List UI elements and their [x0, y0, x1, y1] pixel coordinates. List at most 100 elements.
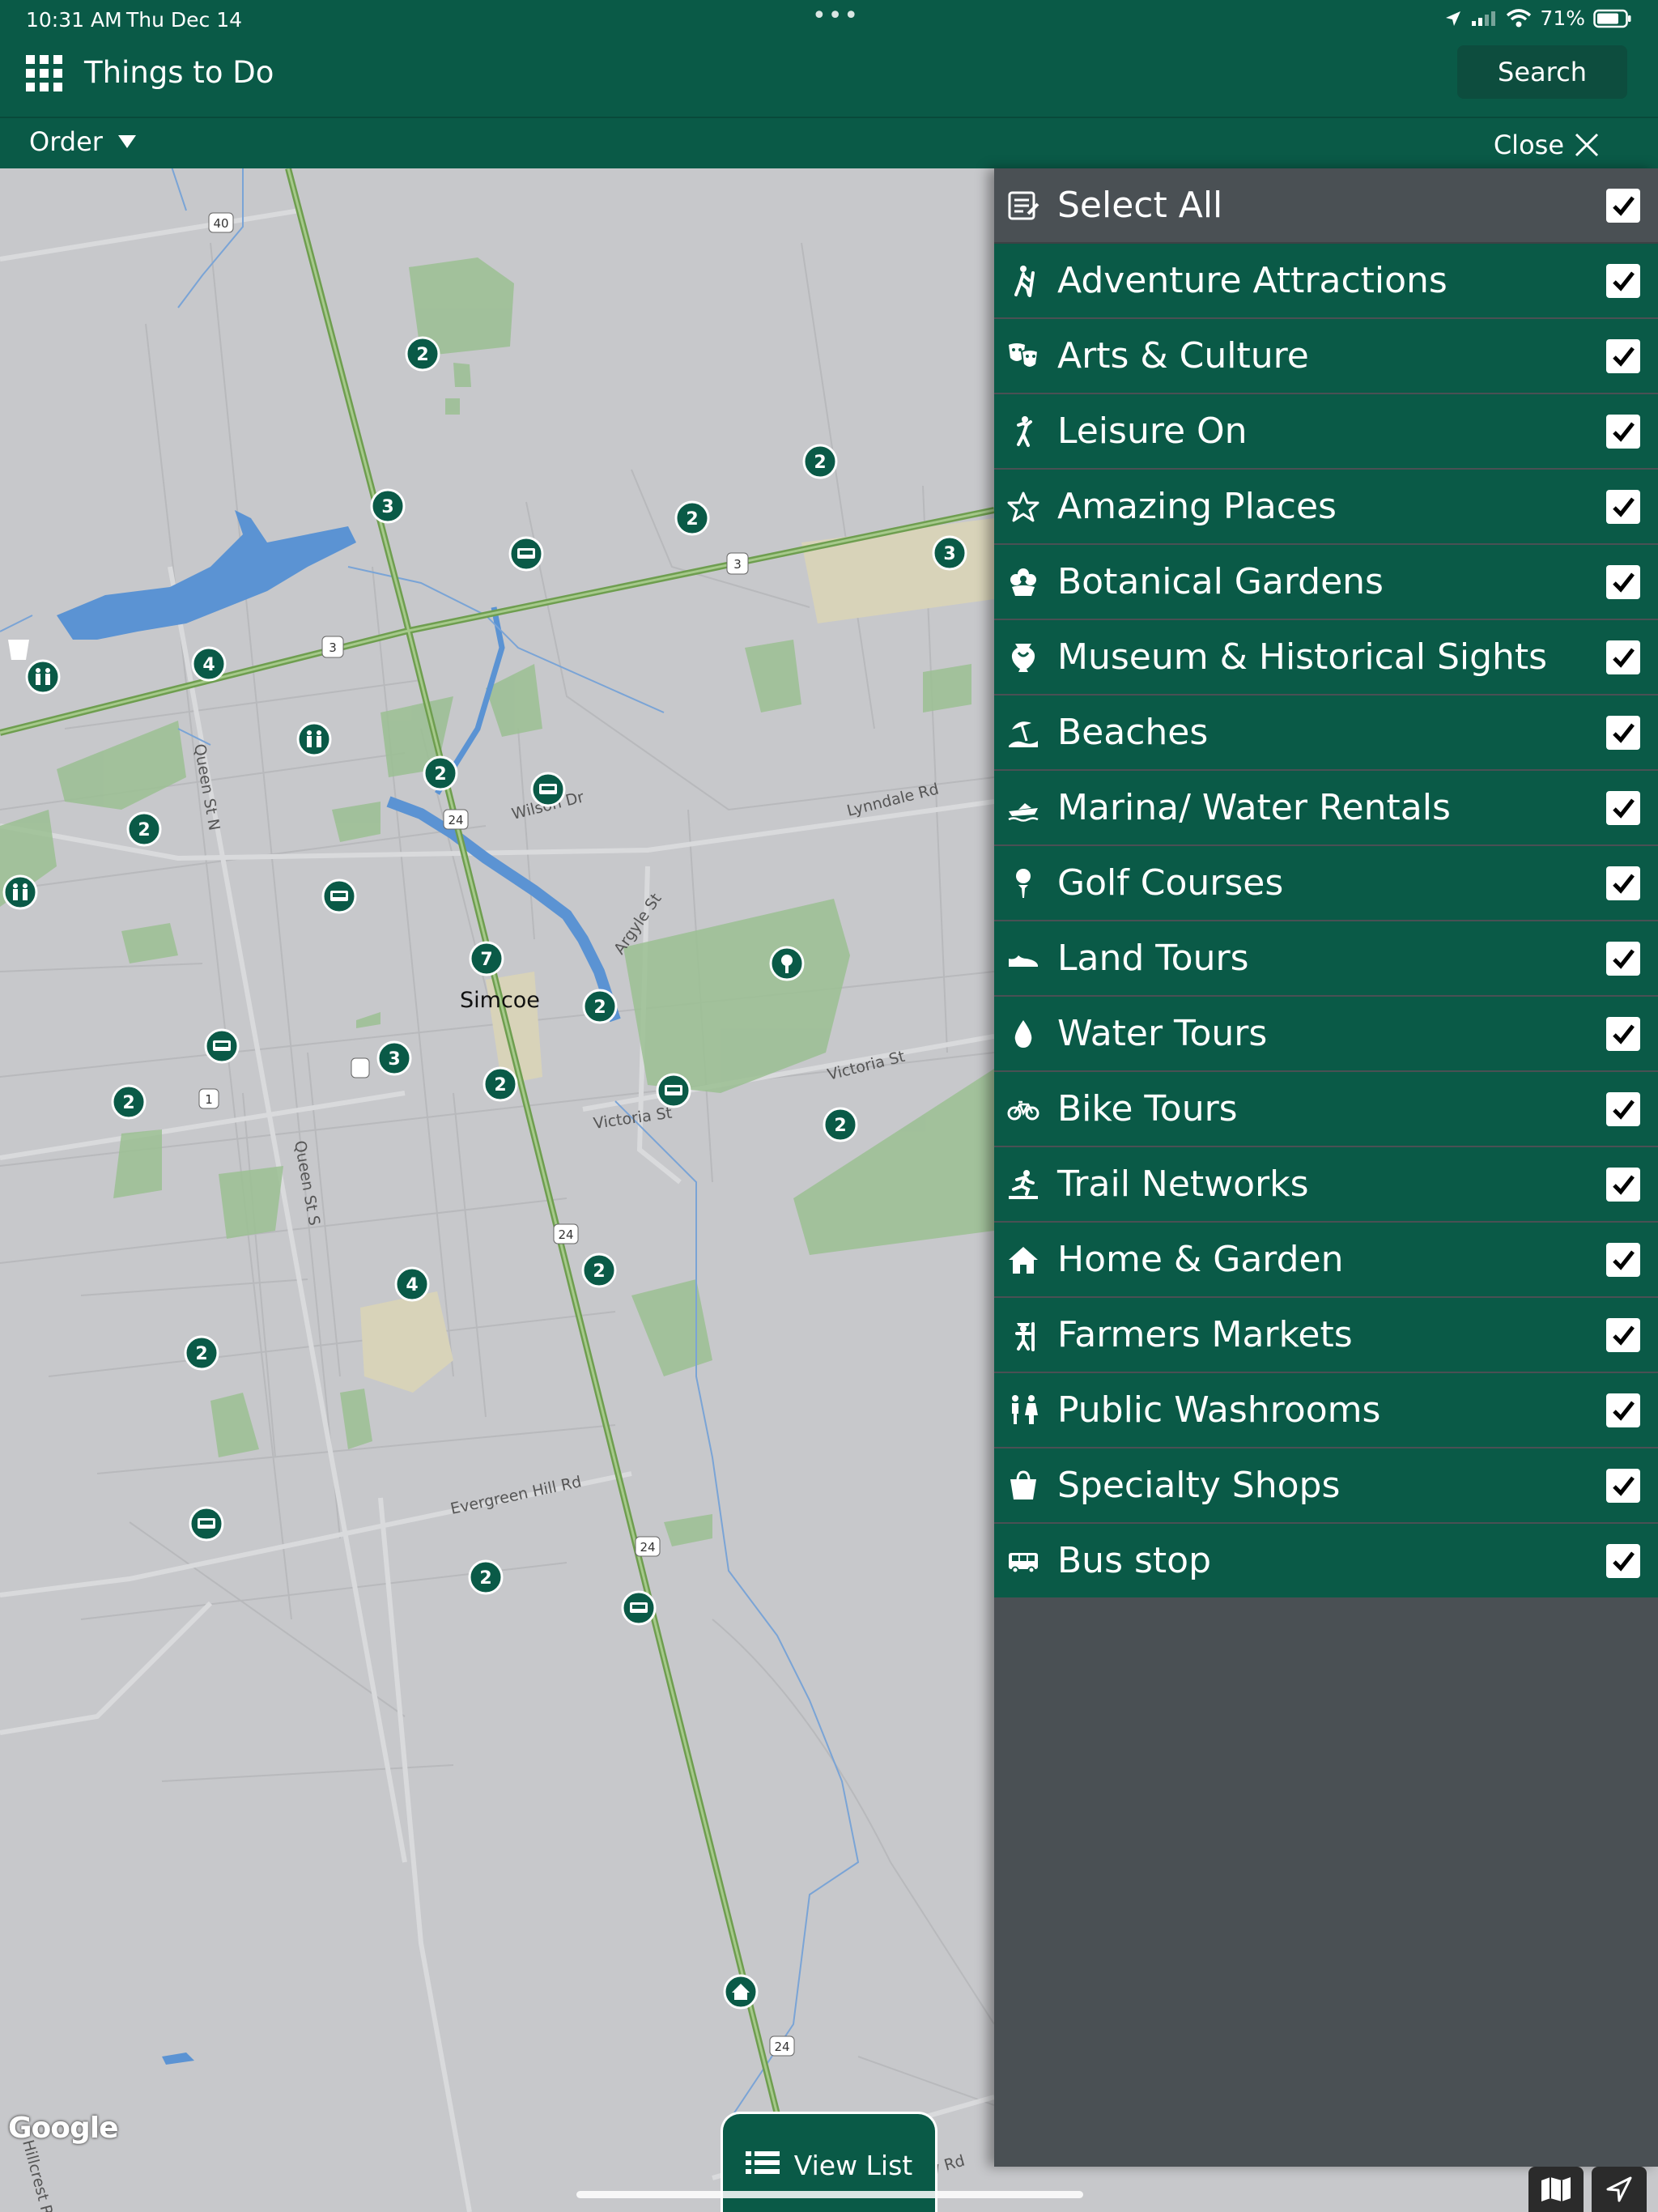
- filter-checkbox[interactable]: [1606, 1091, 1640, 1126]
- map-mode-button[interactable]: [1528, 2167, 1584, 2212]
- cluster-marker[interactable]: 3: [370, 488, 406, 524]
- list-lines-icon: [745, 2151, 780, 2174]
- filter-checkbox[interactable]: [1606, 1543, 1640, 1578]
- filter-label: Golf Courses: [1057, 862, 1284, 904]
- filter-row-public-washrooms[interactable]: Public Washrooms: [994, 1373, 1658, 1448]
- cluster-marker[interactable]: 2: [582, 989, 618, 1024]
- filter-checkbox[interactable]: [1606, 1468, 1640, 1503]
- water-drop-icon: [1005, 1016, 1041, 1052]
- washroom-marker-icon[interactable]: [296, 721, 332, 757]
- filter-checkbox[interactable]: [1606, 564, 1640, 599]
- filter-checkbox[interactable]: [1606, 1016, 1640, 1051]
- washroom-marker-icon[interactable]: [2, 874, 38, 910]
- cluster-marker[interactable]: 2: [581, 1253, 617, 1288]
- cluster-marker[interactable]: 2: [468, 1559, 504, 1595]
- cluster-marker[interactable]: 2: [823, 1107, 858, 1142]
- status-date: Thu Dec 14: [126, 8, 243, 32]
- cluster-marker[interactable]: 2: [126, 811, 162, 847]
- app-grid-icon[interactable]: [24, 53, 65, 94]
- cluster-marker[interactable]: 2: [184, 1335, 219, 1371]
- svg-text:4: 4: [406, 1275, 418, 1295]
- cluster-marker[interactable]: 2: [802, 444, 838, 479]
- cluster-marker[interactable]: 2: [423, 755, 458, 791]
- bus-stop-marker-icon[interactable]: [204, 1028, 240, 1064]
- cluster-marker[interactable]: 2: [111, 1084, 147, 1120]
- filter-checkbox[interactable]: [1606, 1167, 1640, 1202]
- filter-checkbox[interactable]: [1606, 1242, 1640, 1277]
- order-dropdown[interactable]: Order: [29, 126, 137, 157]
- home-indicator[interactable]: [576, 2191, 1083, 2198]
- filter-row-water-tours[interactable]: Water Tours: [994, 997, 1658, 1072]
- filter-label: Leisure On: [1057, 410, 1248, 452]
- checkmark-icon: [1613, 1325, 1635, 1346]
- cluster-marker[interactable]: 7: [469, 941, 504, 976]
- bus-stop-marker-icon[interactable]: [189, 1506, 224, 1542]
- filter-row-trail-networks[interactable]: Trail Networks: [994, 1147, 1658, 1223]
- filter-checkbox[interactable]: [1606, 1317, 1640, 1352]
- home-garden-marker-icon[interactable]: [723, 1974, 759, 2010]
- filter-checkbox[interactable]: [1606, 414, 1640, 449]
- filter-label: Public Washrooms: [1057, 1389, 1381, 1431]
- route-shield-numbers: 40 3 3 24 1 24 24 24: [205, 216, 789, 2054]
- bus-stop-marker-icon[interactable]: [508, 536, 544, 572]
- filter-row-marina-water-rentals[interactable]: Marina/ Water Rentals: [994, 771, 1658, 846]
- filter-row-leisure-on[interactable]: Leisure On: [994, 394, 1658, 470]
- filter-row-bus-stop[interactable]: Bus stop: [994, 1524, 1658, 1599]
- filter-row-bike-tours[interactable]: Bike Tours: [994, 1072, 1658, 1147]
- filter-row-arts-culture[interactable]: Arts & Culture: [994, 319, 1658, 394]
- filter-row-botanical-gardens[interactable]: Botanical Gardens: [994, 545, 1658, 620]
- svg-text:2: 2: [494, 1075, 506, 1095]
- filter-row-adventure-attractions[interactable]: Adventure Attractions: [994, 244, 1658, 319]
- filter-checkbox[interactable]: [1606, 1393, 1640, 1427]
- cluster-marker[interactable]: 4: [394, 1266, 430, 1302]
- filter-checkbox[interactable]: [1606, 338, 1640, 373]
- checkmark-icon: [1613, 195, 1635, 216]
- filter-row-amazing-places[interactable]: Amazing Places: [994, 470, 1658, 545]
- cluster-marker[interactable]: 4: [191, 646, 227, 682]
- svg-text:2: 2: [138, 820, 150, 840]
- washroom-icon: [1005, 1393, 1041, 1428]
- map-view[interactable]: 40 3 3 24 1 24 24 24 Queen St N Queen St…: [0, 168, 994, 2212]
- filter-row-select-all[interactable]: Select All: [994, 168, 1658, 244]
- svg-text:2: 2: [686, 509, 698, 530]
- svg-text:3: 3: [381, 497, 393, 517]
- cluster-marker[interactable]: 2: [483, 1066, 518, 1102]
- bus-stop-marker-icon[interactable]: [656, 1073, 691, 1108]
- filter-checkbox[interactable]: [1606, 263, 1640, 298]
- filter-row-museum-historical[interactable]: Museum & Historical Sights: [994, 620, 1658, 696]
- museum-vase-icon: [1005, 640, 1041, 675]
- filter-checkbox[interactable]: [1606, 715, 1640, 750]
- map-canvas[interactable]: 40 3 3 24 1 24 24 24 Queen St N Queen St…: [0, 168, 994, 2212]
- filter-row-golf-courses[interactable]: Golf Courses: [994, 846, 1658, 921]
- filter-checkbox[interactable]: [1606, 866, 1640, 900]
- select-all-checkbox[interactable]: [1606, 188, 1640, 223]
- checkmark-icon: [1613, 798, 1635, 819]
- bus-stop-marker-icon[interactable]: [621, 1590, 657, 1626]
- filter-checkbox[interactable]: [1606, 790, 1640, 825]
- multitasking-dots-icon[interactable]: •••: [812, 2, 860, 30]
- hiker-icon: [1005, 263, 1041, 299]
- cluster-marker[interactable]: 2: [405, 336, 440, 372]
- beach-umbrella-icon: [1005, 715, 1041, 751]
- order-label: Order: [29, 126, 103, 157]
- filter-checkbox[interactable]: [1606, 640, 1640, 674]
- svg-text:7: 7: [480, 950, 492, 970]
- washroom-marker-icon[interactable]: [25, 659, 61, 695]
- battery-icon: [1593, 9, 1631, 28]
- filter-row-home-garden[interactable]: Home & Garden: [994, 1223, 1658, 1298]
- locate-me-button[interactable]: [1592, 2167, 1647, 2212]
- filter-row-specialty-shops[interactable]: Specialty Shops: [994, 1448, 1658, 1524]
- filter-row-farmers-markets[interactable]: Farmers Markets: [994, 1298, 1658, 1373]
- filter-checkbox[interactable]: [1606, 489, 1640, 524]
- cluster-marker[interactable]: 2: [674, 500, 710, 536]
- filter-row-beaches[interactable]: Beaches: [994, 696, 1658, 771]
- bus-stop-marker-icon[interactable]: [530, 772, 566, 807]
- filter-checkbox[interactable]: [1606, 941, 1640, 976]
- search-button[interactable]: Search: [1457, 45, 1627, 99]
- bus-stop-marker-icon[interactable]: [321, 878, 357, 914]
- cluster-marker[interactable]: 3: [376, 1040, 412, 1076]
- cluster-marker[interactable]: 3: [932, 535, 967, 571]
- close-button[interactable]: Close: [1494, 130, 1600, 160]
- golf-marker-icon[interactable]: [769, 946, 805, 981]
- filter-row-land-tours[interactable]: Land Tours: [994, 921, 1658, 997]
